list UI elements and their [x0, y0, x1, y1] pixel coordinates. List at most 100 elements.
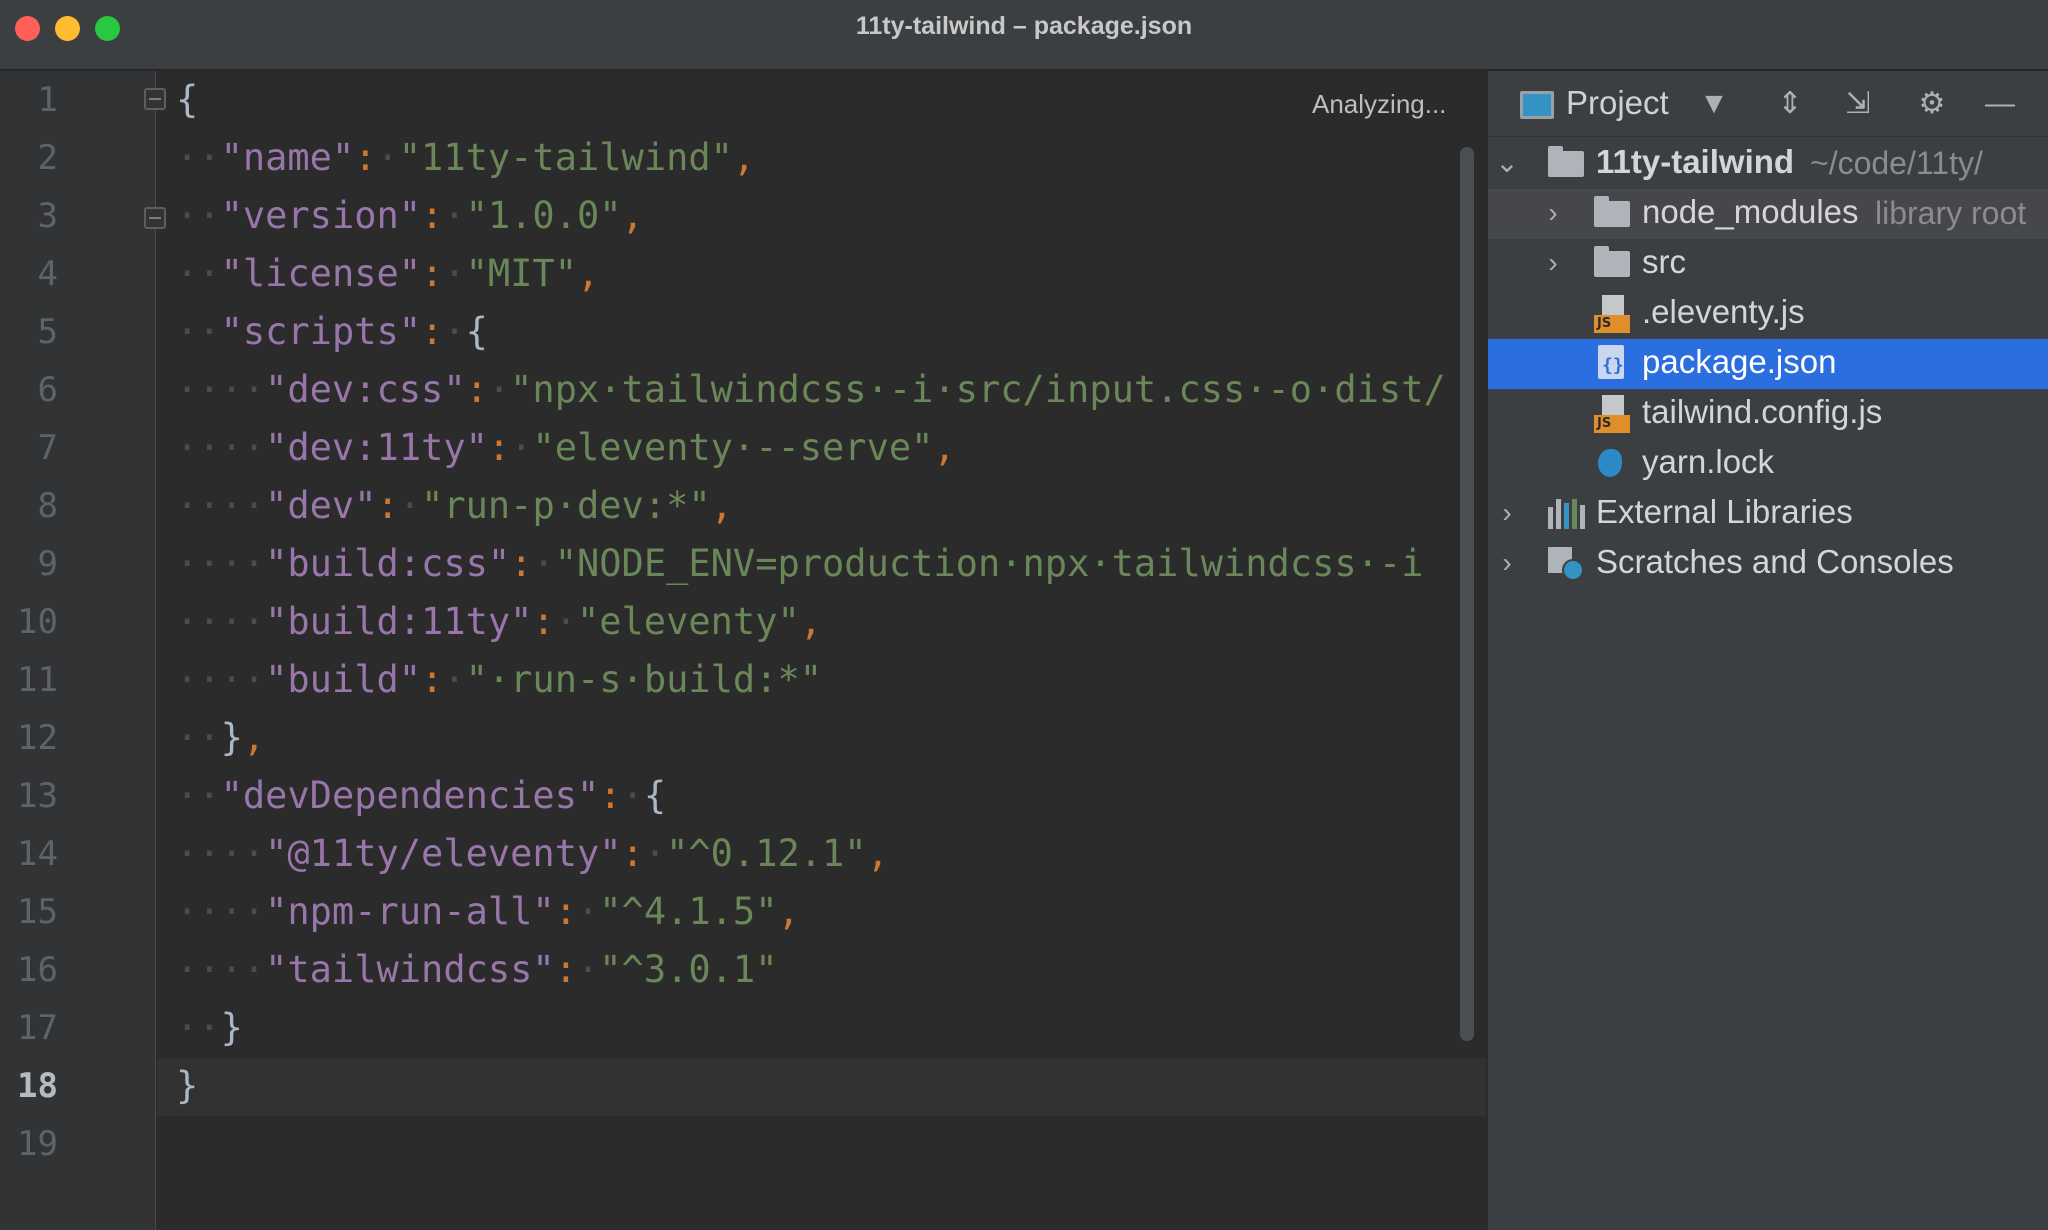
gear-icon[interactable]: ⚙ — [1912, 85, 1952, 123]
code-token: · — [643, 832, 667, 875]
code-token: : — [421, 252, 444, 295]
code-token: · — [576, 890, 600, 933]
code-token: ·· — [176, 194, 221, 237]
tree-item-node-modules[interactable]: › node_modules library root — [1488, 189, 2048, 239]
code-token: · — [621, 774, 644, 817]
chevron-down-icon[interactable]: ⌄ — [1492, 144, 1522, 182]
javascript-file-icon: JS — [1594, 295, 1630, 333]
chevron-right-icon[interactable]: › — [1492, 494, 1522, 532]
code-token: : — [554, 948, 577, 991]
code-token: "build" — [265, 658, 422, 701]
code-token: "run-p·dev:*" — [421, 484, 711, 527]
line-number: 4 — [37, 254, 58, 294]
code-line[interactable]: ····"dev":·"run-p·dev:*", — [176, 477, 733, 535]
code-token: "@11ty/eleventy" — [265, 832, 622, 875]
code-line[interactable]: ··}, — [176, 709, 265, 767]
code-token: : — [532, 600, 555, 643]
code-line[interactable]: ····"tailwindcss":·"^3.0.1" — [176, 941, 777, 999]
fold-marker-icon[interactable] — [144, 88, 166, 110]
line-number: 11 — [17, 660, 58, 700]
tree-item-hint: ~/code/11ty/ — [1810, 145, 1983, 181]
code-token: "^0.12.1" — [666, 832, 867, 875]
code-token: , — [866, 832, 889, 875]
code-token: ·· — [176, 716, 221, 759]
code-token: · — [510, 426, 533, 469]
tree-item-label: Scratches and Consoles — [1596, 543, 1954, 580]
code-token: , — [777, 890, 800, 933]
current-line-highlight — [157, 1058, 1486, 1116]
code-token: "name" — [220, 136, 355, 179]
code-line[interactable]: ····"build:css":·"NODE_ENV=production·np… — [176, 535, 1423, 593]
code-line[interactable]: ··"license":·"MIT", — [176, 245, 599, 303]
tree-item-11ty-tailwind[interactable]: ⌄ 11ty-tailwind ~/code/11ty/ — [1488, 139, 2048, 189]
chevron-right-icon[interactable]: › — [1538, 244, 1568, 282]
code-token: ···· — [176, 542, 266, 585]
tree-item-tailwind-config-js[interactable]: JS tailwind.config.js — [1488, 389, 2048, 439]
tree-item-label: .eleventy.js — [1642, 293, 1805, 330]
tree-item-label: package.json — [1642, 343, 1837, 380]
code-token: · — [443, 252, 466, 295]
code-token: ·· — [176, 252, 221, 295]
tree-item-label: 11ty-tailwind — [1596, 143, 1795, 180]
code-token: "dev" — [265, 484, 377, 527]
chevron-down-icon[interactable]: ▼ — [1694, 85, 1734, 123]
scratches-icon — [1548, 547, 1584, 583]
code-token: "^3.0.1" — [599, 948, 778, 991]
project-view-title[interactable]: Project — [1566, 84, 1669, 122]
code-token: , — [242, 716, 266, 759]
code-line[interactable]: ··"scripts":·{ — [176, 303, 488, 361]
code-line[interactable]: ····"@11ty/eleventy":·"^0.12.1", — [176, 825, 889, 883]
collapse-all-icon[interactable]: ⇲ — [1838, 85, 1878, 123]
expand-all-icon[interactable]: ⇕ — [1770, 85, 1810, 123]
line-number: 19 — [17, 1124, 58, 1164]
tree-item-yarn-lock[interactable]: yarn.lock — [1488, 439, 2048, 489]
code-token: : — [421, 310, 444, 353]
code-token: · — [376, 136, 399, 179]
code-token: : — [421, 194, 444, 237]
code-token: "build:css" — [265, 542, 511, 585]
chevron-right-icon[interactable]: › — [1538, 194, 1568, 232]
code-token: , — [621, 194, 644, 237]
code-line[interactable]: ··"devDependencies":·{ — [176, 767, 666, 825]
code-token: ·· — [176, 310, 221, 353]
analysis-status: Analyzing... — [1312, 89, 1447, 119]
folder-icon — [1594, 246, 1630, 277]
fold-marker-icon[interactable] — [144, 207, 166, 229]
chevron-right-icon[interactable]: › — [1492, 544, 1522, 582]
code-line[interactable]: { — [176, 71, 198, 129]
code-token: ···· — [176, 484, 266, 527]
line-number: 14 — [17, 834, 58, 874]
line-number: 18 — [17, 1066, 58, 1106]
code-line[interactable]: ····"dev:css":·"npx·tailwindcss·-i·src/i… — [176, 361, 1446, 419]
code-token: · — [443, 310, 466, 353]
code-token: , — [732, 136, 756, 179]
line-number: 9 — [37, 544, 58, 584]
code-line[interactable]: ····"build":·"·run-s·build:*" — [176, 651, 822, 709]
code-line[interactable]: ··"name":·"11ty-tailwind", — [176, 129, 755, 187]
code-line[interactable]: ····"dev:11ty":·"eleventy·--serve", — [176, 419, 956, 477]
tree-item-package-json[interactable]: {} package.json — [1488, 339, 2048, 389]
editor-scrollbar[interactable] — [1460, 147, 1474, 1041]
code-line[interactable]: ··"version":·"1.0.0", — [176, 187, 644, 245]
code-token: · — [487, 368, 511, 411]
tree-item-src[interactable]: › src — [1488, 239, 2048, 289]
code-line[interactable]: ····"build:11ty":·"eleventy", — [176, 593, 822, 651]
external-libraries-icon — [1548, 499, 1585, 529]
code-token: · — [576, 948, 600, 991]
tree-item-scratches-and-consoles[interactable]: › Scratches and Consoles — [1488, 539, 2048, 589]
code-line[interactable]: ····"npm-run-all":·"^4.1.5", — [176, 883, 800, 941]
code-token: "scripts" — [220, 310, 422, 353]
code-line[interactable]: } — [176, 1057, 198, 1115]
code-editor[interactable]: 1 2 3 4 5 6 7 8 9 10 11 12 13 14 15 16 17 18 19 {··"name":… — [0, 71, 1486, 1230]
tree-item-external-libraries[interactable]: › External Libraries — [1488, 489, 2048, 539]
code-line[interactable]: ··} — [176, 999, 243, 1057]
code-token: "build:11ty" — [265, 600, 533, 643]
code-token: ···· — [176, 890, 266, 933]
minimize-icon[interactable]: — — [1980, 85, 2020, 123]
code-token: { — [643, 774, 667, 817]
code-token: "devDependencies" — [220, 774, 600, 817]
folder-icon — [1594, 196, 1630, 227]
code-token: "dev:11ty" — [265, 426, 488, 469]
code-token: ·· — [176, 1006, 221, 1049]
tree-item-eleventy-js[interactable]: JS .eleventy.js — [1488, 289, 2048, 339]
